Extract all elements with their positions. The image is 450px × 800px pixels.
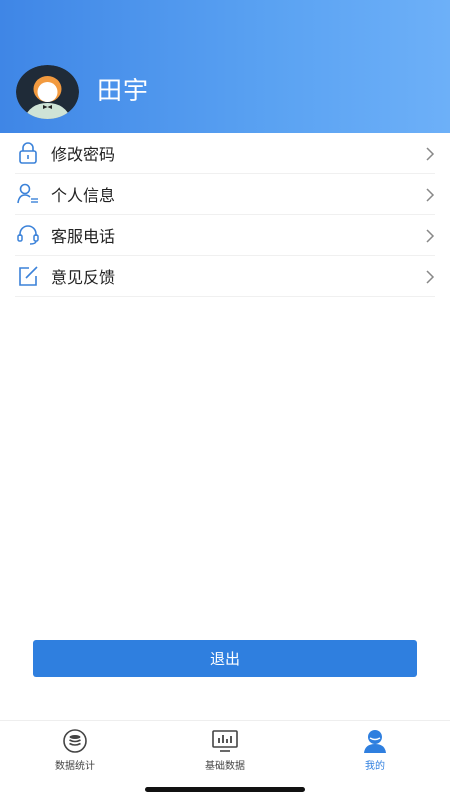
tab-label: 我的 (365, 761, 385, 772)
monitor-chart-icon (212, 729, 238, 753)
settings-menu: 修改密码 个人信息 客服电话 意见反馈 (0, 133, 450, 297)
profile-header: 田宇 (0, 0, 450, 133)
tab-basic-data[interactable]: 基础数据 (150, 729, 300, 779)
lock-icon (17, 142, 39, 164)
home-indicator[interactable] (145, 787, 305, 792)
tab-label: 基础数据 (205, 761, 245, 772)
chevron-right-icon (425, 146, 435, 161)
menu-label: 个人信息 (51, 186, 116, 205)
tab-label: 数据统计 (55, 761, 95, 772)
avatar-icon (16, 65, 79, 119)
profile-icon (362, 729, 388, 753)
logout-button[interactable]: 退出 (33, 640, 417, 677)
tab-data-statistics[interactable]: 数据统计 (0, 729, 150, 779)
user-name: 田宇 (97, 76, 150, 105)
tab-mine[interactable]: 我的 (300, 729, 450, 779)
menu-item-feedback[interactable]: 意见反馈 (15, 256, 435, 297)
menu-label: 客服电话 (51, 227, 116, 246)
menu-item-personal-info[interactable]: 个人信息 (15, 174, 435, 215)
chevron-right-icon (425, 269, 435, 284)
edit-feedback-icon (17, 265, 39, 287)
menu-item-customer-service[interactable]: 客服电话 (15, 215, 435, 256)
user-info-icon (17, 183, 39, 205)
database-icon (62, 729, 88, 753)
avatar[interactable] (16, 65, 79, 119)
headset-icon (17, 224, 39, 246)
chevron-right-icon (425, 187, 435, 202)
menu-label: 修改密码 (51, 145, 116, 164)
menu-label: 意见反馈 (51, 268, 116, 287)
chevron-right-icon (425, 228, 435, 243)
menu-item-change-password[interactable]: 修改密码 (15, 133, 435, 174)
